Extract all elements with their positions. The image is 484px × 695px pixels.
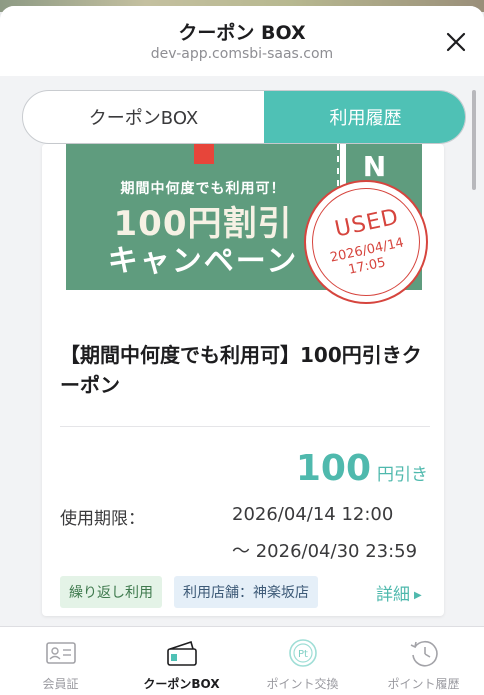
detail-link[interactable]: 詳細 ▶ bbox=[376, 580, 422, 605]
chevron-right-icon: ▶ bbox=[414, 590, 422, 601]
tab-coupon-box-label: クーポンBOX bbox=[88, 108, 199, 129]
tab-usage-history-label: 利用履歴 bbox=[329, 108, 402, 129]
point-history-icon bbox=[407, 637, 441, 669]
gift-ribbon-icon bbox=[194, 144, 214, 164]
tab-coupon-box-nav-label: クーポンBOX bbox=[143, 677, 220, 691]
tag-store: 利用店舗：神楽坂店 bbox=[174, 576, 318, 608]
tab-point-history-label: ポイント履歴 bbox=[387, 677, 460, 691]
segment-control: クーポンBOX 利用履歴 bbox=[22, 90, 466, 144]
tab-coupon-box[interactable]: クーポンBOX bbox=[23, 91, 264, 143]
discount-value: 100 bbox=[295, 448, 371, 489]
coupon-sheet: クーポン BOX dev-app.comsbi-saas.com クーポンBOX… bbox=[0, 6, 484, 695]
tab-member-card-label: 会員証 bbox=[42, 677, 79, 691]
coupon-title: 【期間中何度でも利用可】100円引きクーポン bbox=[60, 343, 422, 397]
tag-repeat-use: 繰り返し利用 bbox=[60, 576, 162, 608]
point-exchange-icon: Pt bbox=[286, 637, 320, 669]
used-stamp-ring: USED 2026/04/14 17:05 bbox=[312, 188, 420, 296]
card-divider bbox=[60, 426, 430, 427]
discount-unit: 円引き bbox=[377, 465, 428, 485]
tab-member-card[interactable]: 会員証 bbox=[0, 627, 121, 695]
scrollbar[interactable] bbox=[472, 90, 476, 190]
coupon-box-icon bbox=[165, 637, 199, 669]
expiry-start: 2026/04/14 12:00 bbox=[232, 504, 394, 525]
banner-line3: キャンペーン bbox=[107, 244, 299, 279]
svg-text:Pt: Pt bbox=[298, 649, 308, 660]
tab-point-exchange-label: ポイント交換 bbox=[266, 677, 339, 691]
sheet-header: クーポン BOX dev-app.comsbi-saas.com bbox=[0, 6, 484, 76]
detail-link-label: 詳細 bbox=[376, 585, 410, 605]
page-url: dev-app.comsbi-saas.com bbox=[150, 46, 334, 62]
banner-line1: 期間中何度でも利用可！ bbox=[120, 181, 286, 197]
tab-point-exchange[interactable]: Pt ポイント交換 bbox=[242, 627, 363, 695]
discount-amount: 100 円引き bbox=[296, 448, 428, 489]
expiry-end: ～ 2026/04/30 23:59 bbox=[232, 541, 418, 562]
used-stamp: USED 2026/04/14 17:05 bbox=[304, 180, 428, 304]
coupon-card[interactable]: 期間中何度でも利用可！ 100円割引 キャンペーン NO USED 2026/0… bbox=[42, 144, 444, 616]
tab-coupon-box-nav[interactable]: クーポンBOX bbox=[121, 627, 242, 695]
tab-point-history[interactable]: ポイント履歴 bbox=[363, 627, 484, 695]
ticket-main: 期間中何度でも利用可！ 100円割引 キャンペーン bbox=[66, 144, 340, 290]
bottom-tab-bar: 会員証 クーポンBOX Pt ポイント交換 ポイント履歴 bbox=[0, 626, 484, 695]
close-icon[interactable] bbox=[440, 26, 472, 58]
member-card-icon bbox=[44, 637, 78, 669]
tab-usage-history[interactable]: 利用履歴 bbox=[264, 91, 465, 143]
expiry-label: 使用期限： bbox=[60, 509, 145, 529]
page-title: クーポン BOX bbox=[178, 22, 306, 44]
